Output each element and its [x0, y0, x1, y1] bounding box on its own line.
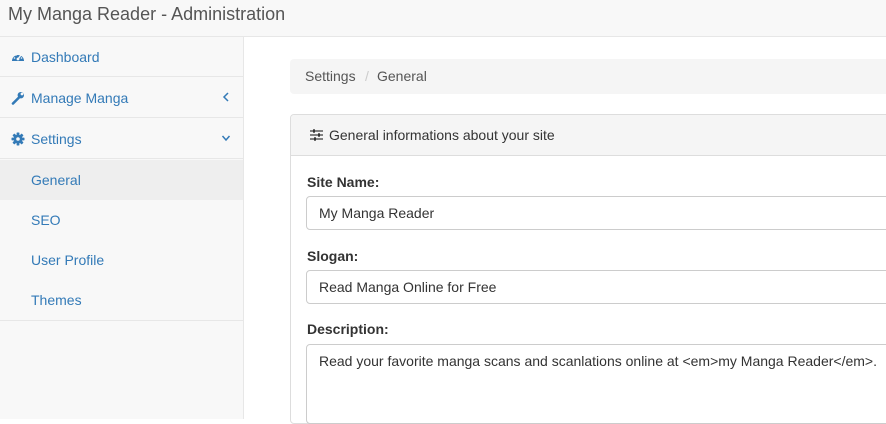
sidebar-item-label: Settings [31, 131, 82, 147]
sidebar-subitem-label: General [31, 172, 81, 188]
sidebar-item-manage-manga[interactable]: Manage Manga [0, 78, 243, 118]
site-name-input[interactable]: My Manga Reader [306, 196, 886, 230]
dashboard-icon [12, 54, 24, 61]
sidebar-item-label: Dashboard [31, 49, 100, 65]
sidebar-subitem-themes[interactable]: Themes [0, 280, 243, 320]
chevron-down-icon [221, 135, 231, 142]
description-label: Description: [307, 321, 389, 337]
breadcrumb-item-general: General [377, 68, 427, 84]
sidebar-divider [0, 320, 243, 321]
sidebar-subitem-label: User Profile [31, 252, 105, 268]
wrench-icon [11, 92, 24, 105]
breadcrumb: Settings / General [290, 59, 886, 94]
breadcrumb-item-settings[interactable]: Settings [305, 68, 356, 84]
site-name-label: Site Name: [307, 174, 380, 190]
sidebar-item-dashboard[interactable]: Dashboard [0, 37, 243, 77]
sidebar-subitem-general[interactable]: General [0, 160, 243, 200]
sidebar-subitem-label: Themes [31, 292, 82, 308]
general-settings-panel: General informations about your site Sit… [290, 114, 886, 424]
sidebar-item-settings[interactable]: Settings [0, 119, 243, 159]
sidebar-subitem-user-profile[interactable]: User Profile [0, 240, 243, 280]
breadcrumb-separator: / [365, 68, 369, 84]
panel-title: General informations about your site [329, 127, 555, 143]
sliders-icon [310, 129, 323, 141]
navbar: My Manga Reader - Administration [0, 0, 886, 37]
sidebar-item-label: Manage Manga [31, 90, 129, 106]
gear-icon [11, 132, 25, 146]
sidebar: Dashboard Manage Manga Settings General … [0, 37, 244, 419]
sidebar-subitem-label: SEO [31, 212, 61, 228]
slogan-input[interactable]: Read Manga Online for Free [306, 270, 886, 304]
chevron-left-icon [222, 92, 229, 102]
app-title[interactable]: My Manga Reader - Administration [8, 3, 285, 25]
description-textarea[interactable]: Read your favorite manga scans and scanl… [306, 344, 886, 424]
panel-heading: General informations about your site [291, 115, 886, 156]
slogan-label: Slogan: [307, 248, 359, 264]
sidebar-subitem-seo[interactable]: SEO [0, 200, 243, 240]
